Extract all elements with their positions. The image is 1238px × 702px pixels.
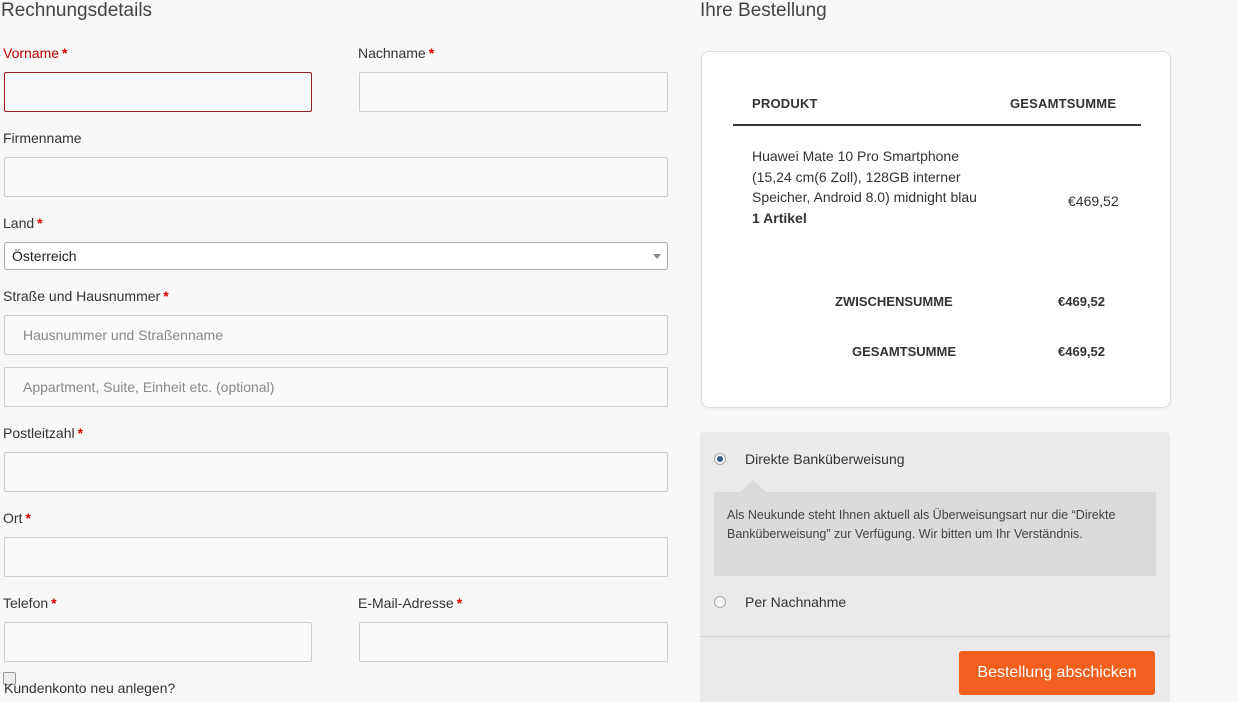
first-name-label-text: Vorname	[3, 45, 60, 61]
last-name-label-text: Nachname	[358, 45, 426, 61]
first-name-label: Vorname *	[3, 44, 68, 62]
street-label: Straße und Hausnummer *	[3, 287, 169, 305]
billing-details: Rechnungsdetails Vorname * Nachname * Firm…	[0, 0, 680, 702]
subtotal-value: €469,52	[1058, 294, 1105, 309]
order-review: Ihre Bestellung PRODUKT GESAMTSUMME Huaw…	[700, 0, 1238, 702]
order-heading: Ihre Bestellung	[700, 0, 827, 21]
required-mark: *	[428, 45, 435, 61]
country-label-text: Land	[3, 215, 35, 231]
required-mark: *	[25, 510, 31, 526]
required-mark: *	[456, 595, 463, 611]
product-item: Huawei Mate 10 Pro Smartphone (15,24 cm(…	[752, 146, 977, 228]
required-mark: *	[37, 215, 43, 231]
last-name-input[interactable]	[359, 72, 668, 112]
street-label-text: Straße und Hausnummer	[3, 288, 161, 304]
payment-note-bank: Als Neukunde steht Ihnen aktuell als Übe…	[714, 492, 1156, 576]
chevron-down-icon	[653, 254, 661, 259]
payment-radio-cod[interactable]	[714, 596, 726, 608]
street-input[interactable]	[4, 315, 668, 355]
product-quantity: 1 Artikel	[752, 209, 807, 226]
postcode-label-text: Postleitzahl	[3, 425, 75, 441]
city-input[interactable]	[4, 537, 668, 577]
payment-radio-bank[interactable]	[714, 453, 726, 465]
last-name-label: Nachname *	[358, 44, 434, 62]
first-name-input[interactable]	[4, 72, 312, 112]
total-value: €469,52	[1058, 344, 1105, 359]
payment-label-bank[interactable]: Direkte Banküberweisung	[745, 451, 905, 467]
country-select[interactable]: Österreich	[4, 242, 668, 270]
order-summary-table: PRODUKT GESAMTSUMME Huawei Mate 10 Pro S…	[701, 51, 1171, 408]
required-mark: *	[77, 425, 84, 441]
payment-divider	[700, 636, 1170, 637]
product-name: Huawei Mate 10 Pro Smartphone (15,24 cm(…	[752, 148, 977, 205]
billing-heading: Rechnungsdetails	[1, 0, 153, 21]
street2-input[interactable]	[4, 367, 668, 407]
postcode-input[interactable]	[4, 452, 668, 492]
product-price: €469,52	[1068, 193, 1119, 209]
col-header-product: PRODUKT	[752, 96, 818, 111]
country-select-value: Österreich	[12, 248, 77, 264]
postcode-label: Postleitzahl *	[3, 424, 83, 442]
email-label-text: E-Mail-Adresse	[358, 595, 454, 611]
payment-methods: Direkte Banküberweisung Als Neukunde ste…	[700, 432, 1170, 702]
country-label: Land *	[3, 214, 43, 232]
email-input[interactable]	[359, 622, 668, 662]
required-mark: *	[163, 288, 169, 304]
col-header-total: GESAMTSUMME	[1010, 96, 1117, 111]
phone-label-text: Telefon	[3, 595, 49, 611]
header-divider	[733, 124, 1141, 126]
required-mark: *	[51, 595, 57, 611]
subtotal-label: ZWISCHENSUMME	[835, 294, 953, 309]
total-label: GESAMTSUMME	[852, 344, 956, 359]
city-label-text: Ort	[3, 510, 23, 526]
phone-label: Telefon *	[3, 594, 57, 612]
company-input[interactable]	[4, 157, 668, 197]
payment-note-arrow	[740, 480, 766, 492]
required-mark: *	[62, 45, 68, 61]
place-order-button[interactable]: Bestellung abschicken	[959, 651, 1155, 695]
company-label: Firmenname	[3, 130, 82, 146]
create-account-label[interactable]: Kundenkonto neu anlegen?	[4, 679, 175, 697]
payment-label-cod[interactable]: Per Nachnahme	[745, 594, 846, 610]
city-label: Ort *	[3, 509, 31, 527]
phone-input[interactable]	[4, 622, 312, 662]
email-label: E-Mail-Adresse *	[358, 594, 462, 612]
